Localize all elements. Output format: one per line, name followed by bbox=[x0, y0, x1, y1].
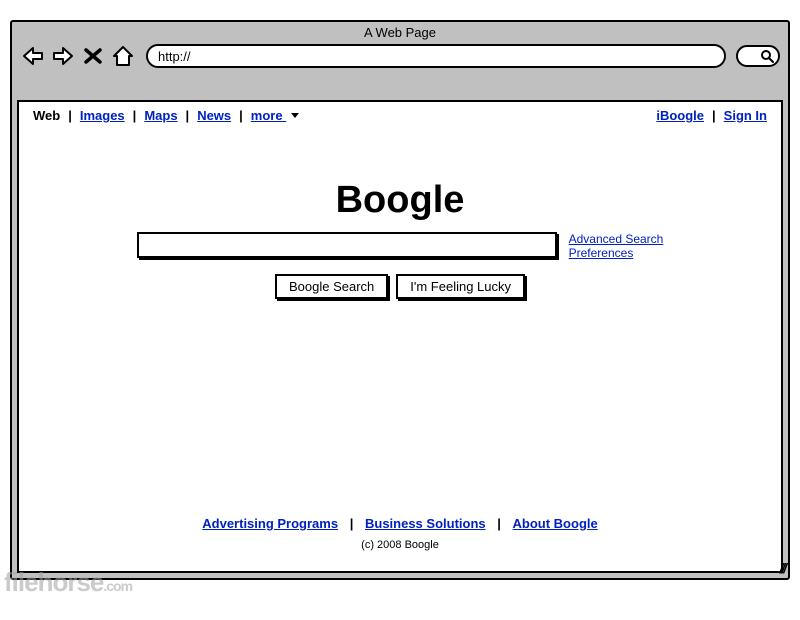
magnifier-icon bbox=[760, 49, 774, 63]
browser-toolbar: http:// bbox=[12, 42, 788, 74]
forward-icon[interactable] bbox=[50, 45, 76, 67]
nav-maps[interactable]: Maps bbox=[140, 108, 181, 123]
nav-web[interactable]: Web bbox=[29, 108, 64, 123]
stop-icon[interactable] bbox=[80, 45, 106, 67]
logo: Boogle bbox=[19, 179, 781, 222]
page-content: Web | Images | Maps | News | more iBoogl… bbox=[17, 100, 783, 573]
chevron-down-icon bbox=[290, 108, 300, 123]
browser-window: A Web Page http:// Web | Images | Ma bbox=[10, 20, 790, 580]
copyright: (c) 2008 Boogle bbox=[19, 539, 781, 551]
search-input[interactable] bbox=[137, 232, 557, 258]
lucky-button[interactable]: I'm Feeling Lucky bbox=[396, 274, 525, 299]
footer: Advertising Programs | Business Solution… bbox=[19, 516, 781, 551]
resize-grip-icon[interactable]: /// bbox=[779, 560, 785, 576]
back-icon[interactable] bbox=[20, 45, 46, 67]
browser-search-button[interactable] bbox=[736, 45, 780, 67]
nav-more[interactable]: more bbox=[247, 108, 304, 123]
home-icon[interactable] bbox=[110, 45, 136, 67]
window-title: A Web Page bbox=[12, 22, 788, 42]
top-nav: Web | Images | Maps | News | more iBoogl… bbox=[19, 102, 781, 129]
nav-iboogle[interactable]: iBoogle bbox=[652, 108, 708, 123]
footer-about[interactable]: About Boogle bbox=[509, 516, 602, 531]
footer-business[interactable]: Business Solutions bbox=[361, 516, 490, 531]
nav-news[interactable]: News bbox=[193, 108, 235, 123]
url-input[interactable]: http:// bbox=[146, 44, 726, 68]
url-text: http:// bbox=[158, 49, 191, 64]
preferences-link[interactable]: Preferences bbox=[569, 246, 664, 260]
nav-images[interactable]: Images bbox=[76, 108, 129, 123]
search-button[interactable]: Boogle Search bbox=[275, 274, 388, 299]
advanced-search-link[interactable]: Advanced Search bbox=[569, 232, 664, 246]
search-side-links: Advanced Search Preferences bbox=[569, 232, 664, 260]
footer-advertising[interactable]: Advertising Programs bbox=[198, 516, 342, 531]
nav-signin[interactable]: Sign In bbox=[720, 108, 771, 123]
